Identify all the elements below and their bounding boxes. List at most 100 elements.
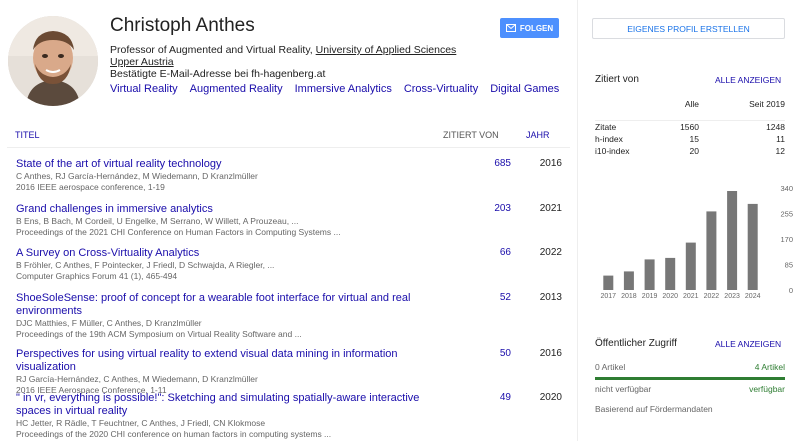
x-tick-label: 2021: [683, 293, 699, 300]
verified-email: Bestätigte E-Mail-Adresse bei fh-hagenbe…: [110, 68, 326, 80]
stats-col-all: Alle: [684, 99, 699, 109]
chart-bar-2017[interactable]: [603, 275, 614, 290]
access-progress-bar: [595, 377, 785, 380]
x-tick-label: 2023: [724, 293, 740, 300]
stats-label: i10-index: [595, 146, 630, 156]
table-row: Grand challenges in immersive analytics …: [16, 203, 570, 237]
sort-by-title[interactable]: TITEL: [15, 130, 40, 140]
research-interests: Virtual Reality Augmented Reality Immers…: [110, 83, 559, 95]
avatar-photo: [8, 16, 98, 106]
show-all-access-link[interactable]: ALLE ANZEIGEN: [715, 339, 781, 349]
article-authors: C Anthes, RJ García-Hernández, M Wiedema…: [16, 171, 258, 181]
citation-count[interactable]: 685: [471, 158, 511, 169]
chart-bar-2023[interactable]: [727, 191, 738, 290]
y-tick-label: 170: [780, 235, 793, 244]
interest-link[interactable]: Virtual Reality: [110, 83, 178, 95]
show-all-citations-link[interactable]: ALLE ANZEIGEN: [715, 75, 781, 85]
article-authors: DJC Matthies, F Müller, C Anthes, D Kran…: [16, 318, 202, 328]
chart-bar-2022[interactable]: [706, 211, 717, 290]
citation-stats-table: Alle Seit 2019 Zitate 1560 1248 h-index …: [595, 95, 785, 158]
interest-link[interactable]: Digital Games: [490, 83, 559, 95]
article-authors: B Ens, B Bach, M Cordeil, U Engelke, M S…: [16, 216, 299, 226]
article-title[interactable]: Grand challenges in immersive analytics: [16, 203, 416, 216]
stats-all: 15: [689, 134, 699, 144]
x-tick-label: 2022: [704, 293, 720, 300]
x-tick-label: 2024: [745, 293, 761, 300]
interest-link[interactable]: Cross-Virtuality: [404, 83, 478, 95]
article-authors: HC Jetter, R Rädle, T Feuchtner, C Anthe…: [16, 418, 266, 428]
article-year: 2016: [539, 348, 562, 359]
y-tick-label: 340: [780, 184, 793, 193]
article-year: 2022: [539, 247, 562, 258]
article-title[interactable]: " in vr, everything is possible!": Sketc…: [16, 392, 446, 418]
article-title[interactable]: Perspectives for using virtual reality t…: [16, 348, 446, 374]
profile-name: Christoph Anthes: [110, 15, 255, 36]
table-row: A Survey on Cross-Virtuality Analytics B…: [16, 247, 570, 281]
x-tick-label: 2017: [601, 293, 617, 300]
access-unavailable-label: nicht verfügbar: [595, 384, 652, 394]
chart-bar-2018[interactable]: [623, 271, 634, 290]
article-title[interactable]: A Survey on Cross-Virtuality Analytics: [16, 247, 416, 260]
article-title[interactable]: State of the art of virtual reality tech…: [16, 158, 416, 171]
access-available-count: 4 Artikel: [754, 362, 785, 372]
stats-since: 12: [775, 146, 785, 156]
create-profile-button[interactable]: EIGENES PROFIL ERSTELLEN: [592, 18, 785, 39]
stats-row: Zitate 1560 1248: [595, 122, 785, 134]
articles-table-header: TITEL ZITIERT VON JAHR: [7, 120, 570, 148]
y-tick-label: 255: [780, 210, 793, 219]
x-tick-label: 2018: [621, 293, 637, 300]
avatar: [8, 16, 98, 106]
article-venue: Proceedings of the 2021 CHI Conference o…: [16, 226, 341, 237]
interest-link[interactable]: Immersive Analytics: [295, 83, 392, 95]
y-tick-label: 0: [789, 286, 793, 295]
stats-all: 1560: [680, 122, 699, 132]
follow-button[interactable]: FOLGEN: [500, 18, 559, 38]
public-access-title: Öffentlicher Zugriff: [595, 338, 677, 349]
chart-bar-2019[interactable]: [644, 259, 655, 290]
public-access-summary: 0 Artikel 4 Artikel nicht verfügbar verf…: [595, 360, 785, 414]
citations-per-year-chart: 2017 2018 2019 2020 2021 2022 2023 2024 340 255 17…: [601, 184, 793, 300]
affiliation: Professor of Augmented and Virtual Reali…: [110, 44, 470, 68]
table-row: " in vr, everything is possible!": Sketc…: [16, 392, 570, 439]
table-row: ShoeSoleSense: proof of concept for a we…: [16, 292, 570, 339]
mail-icon: [505, 24, 516, 32]
affiliation-text: Professor of Augmented and Virtual Reali…: [110, 44, 316, 56]
article-venue: Computer Graphics Forum 41 (1), 465-494: [16, 270, 178, 281]
stats-since: 1248: [766, 122, 785, 132]
article-authors: RJ García-Hernández, C Anthes, M Wiedema…: [16, 374, 258, 384]
stats-header: Alle Seit 2019: [595, 95, 785, 121]
article-year: 2020: [539, 392, 562, 403]
chart-bar-2024[interactable]: [747, 203, 758, 290]
sidebar: EIGENES PROFIL ERSTELLEN Zitiert von ALL…: [577, 0, 800, 441]
citation-count[interactable]: 66: [471, 247, 511, 258]
chart-bar-2020[interactable]: [665, 257, 676, 290]
chart-bar-2021[interactable]: [685, 242, 696, 290]
citation-count[interactable]: 52: [471, 292, 511, 303]
interest-link[interactable]: Augmented Reality: [190, 83, 283, 95]
citation-count[interactable]: 50: [471, 348, 511, 359]
x-tick-label: 2019: [642, 293, 658, 300]
table-row: State of the art of virtual reality tech…: [16, 158, 570, 192]
article-authors: B Fröhler, C Anthes, F Pointecker, J Fri…: [16, 260, 275, 270]
sort-by-year[interactable]: JAHR: [526, 130, 550, 140]
stats-label: h-index: [595, 134, 623, 144]
y-tick-label: 85: [785, 261, 793, 270]
stats-since: 11: [776, 134, 785, 144]
stats-col-since: Seit 2019: [749, 99, 785, 109]
article-title[interactable]: ShoeSoleSense: proof of concept for a we…: [16, 292, 416, 318]
citation-count[interactable]: 203: [471, 203, 511, 214]
stats-row: h-index 15 11: [595, 134, 785, 146]
stats-all: 20: [689, 146, 699, 156]
cited-by-title: Zitiert von: [595, 74, 639, 85]
sort-by-cited[interactable]: ZITIERT VON: [443, 130, 499, 140]
access-available-label: verfügbar: [749, 384, 785, 394]
follow-label: FOLGEN: [519, 23, 554, 33]
article-year: 2021: [539, 203, 562, 214]
access-unavailable-count: 0 Artikel: [595, 362, 626, 372]
table-row: Perspectives for using virtual reality t…: [16, 348, 570, 395]
stats-label: Zitate: [595, 122, 617, 132]
x-tick-label: 2020: [662, 293, 678, 300]
article-venue: Proceedings of the 2020 CHI conference o…: [16, 428, 332, 439]
citation-count[interactable]: 49: [471, 392, 511, 403]
access-note: Basierend auf Fördermandaten: [595, 404, 713, 414]
